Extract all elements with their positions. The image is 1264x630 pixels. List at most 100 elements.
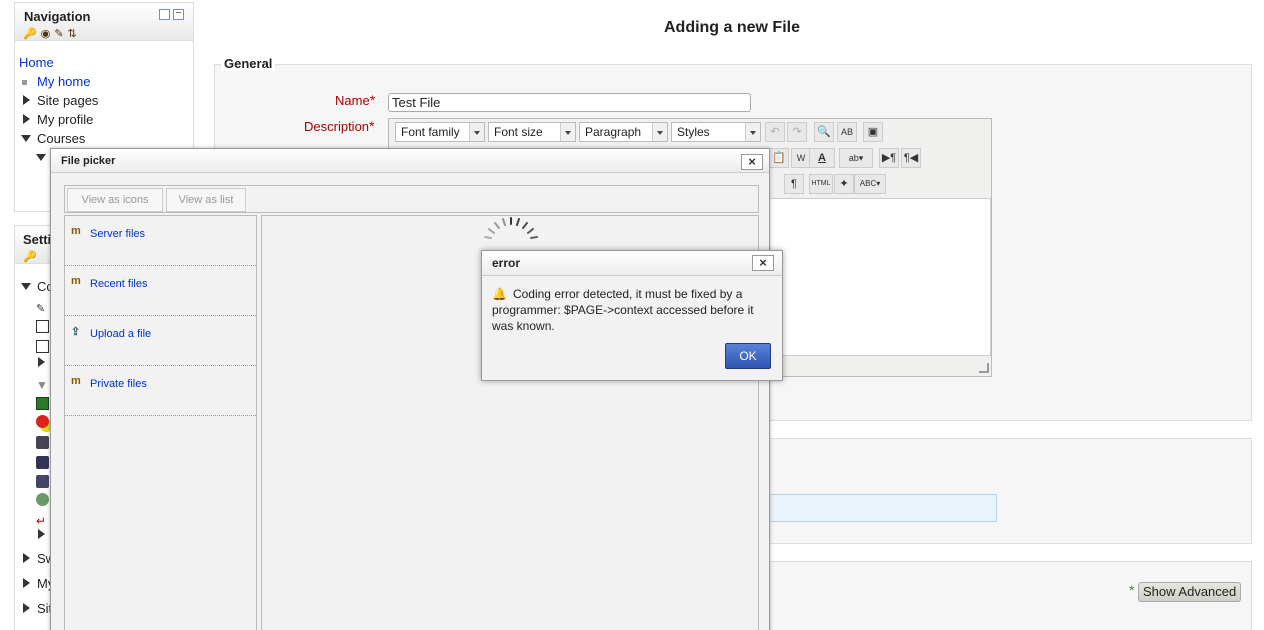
repo-label: Recent files <box>90 278 148 290</box>
expand-icon[interactable] <box>23 603 30 613</box>
expand-icon[interactable] <box>23 95 30 105</box>
repo-label: Server files <box>90 228 146 240</box>
ok-button[interactable]: OK <box>725 343 771 369</box>
filemanager-area <box>760 494 997 522</box>
collapse-arrow-icon[interactable] <box>21 135 31 142</box>
pilcrow-icon[interactable]: ¶ <box>784 174 804 194</box>
hide-icon[interactable]: ◉ <box>41 27 51 40</box>
nav-home[interactable]: Home <box>19 55 54 70</box>
collapse-arrow-icon[interactable] <box>36 154 46 161</box>
page-title: Adding a new File <box>663 19 800 36</box>
chevron-down-icon <box>565 131 571 135</box>
description-label-text: Description <box>304 119 370 134</box>
error-body: 🔔 Coding error detected, it must be fixed… <box>492 286 774 334</box>
reset-icon[interactable]: ↵ <box>36 514 49 528</box>
loading-spinner-icon <box>484 217 538 239</box>
expand-icon[interactable] <box>38 529 45 539</box>
close-icon[interactable]: × <box>741 154 763 170</box>
font-size-select[interactable]: Font size <box>488 122 576 142</box>
undo-icon[interactable]: ↶ <box>765 122 785 142</box>
chevron-down-icon <box>474 131 480 135</box>
nav-my-home[interactable]: My home <box>37 74 90 89</box>
name-label-text: Name <box>335 93 370 108</box>
resize-handle-icon[interactable] <box>979 363 989 373</box>
ltr-icon[interactable]: ▶¶ <box>879 148 899 168</box>
file-picker-title: File picker <box>61 155 116 167</box>
repo-server-files[interactable]: m Server files <box>65 216 256 266</box>
page-icon[interactable] <box>36 340 49 353</box>
edit-icon[interactable]: ✎ <box>36 302 49 315</box>
nav-site-pages[interactable]: Site pages <box>37 93 98 108</box>
advanced-star-icon: * <box>1129 582 1135 598</box>
view-as-list-button[interactable]: View as list <box>166 188 246 212</box>
block-actions: 🔑 <box>23 250 37 263</box>
view-as-icons-button[interactable]: View as icons <box>67 188 163 212</box>
name-input[interactable] <box>388 93 751 112</box>
find-icon[interactable]: 🔍 <box>814 122 834 142</box>
html-source-icon[interactable]: HTML <box>809 174 833 194</box>
file-picker-header: File picker × <box>51 149 769 173</box>
moodle-icon: m <box>71 225 81 237</box>
block-actions: 🔑 ◉ ✎ ⇅ <box>23 27 77 40</box>
error-dialog: error × 🔔 Coding error detected, it must … <box>481 250 783 381</box>
spellcheck-icon[interactable]: ABC▾ <box>854 174 886 194</box>
show-advanced-button[interactable]: Show Advanced <box>1138 582 1242 602</box>
styles-select[interactable]: Styles <box>671 122 761 142</box>
nav-courses[interactable]: Courses <box>37 131 85 146</box>
navigation-title: Navigation <box>24 9 91 24</box>
navigation-header: Navigation − 🔑 ◉ ✎ ⇅ <box>15 3 193 41</box>
page-icon[interactable] <box>36 320 49 333</box>
filter-icon[interactable]: ▼ <box>36 378 49 392</box>
nav-my-profile[interactable]: My profile <box>37 112 93 127</box>
moodle-icon: m <box>71 275 81 287</box>
collapse-arrow-icon[interactable] <box>21 283 31 290</box>
restore-icon[interactable] <box>36 456 49 469</box>
close-icon[interactable]: × <box>752 255 774 271</box>
text-color-icon[interactable]: A <box>809 148 835 168</box>
configure-icon[interactable]: ✎ <box>54 27 63 40</box>
expand-icon[interactable] <box>38 357 45 367</box>
paste-word-icon[interactable]: W <box>791 148 811 168</box>
rtl-icon[interactable]: ¶◀ <box>901 148 921 168</box>
backup-icon[interactable] <box>36 436 49 449</box>
font-size-label: Font size <box>494 125 543 139</box>
repo-upload-file[interactable]: ⇪ Upload a file <box>65 316 256 366</box>
replace-icon[interactable]: AB <box>837 122 857 142</box>
styles-label: Styles <box>677 125 710 139</box>
name-label: Name* <box>335 92 375 108</box>
paste-text-icon[interactable]: 📋 <box>769 148 789 168</box>
publish-icon[interactable] <box>36 493 49 506</box>
error-message: Coding error detected, it must be fixed … <box>492 287 754 333</box>
fullscreen-icon[interactable]: ▣ <box>863 122 883 142</box>
upload-icon: ⇪ <box>71 326 81 338</box>
required-icon: * <box>369 118 375 134</box>
font-family-label: Font family <box>401 125 460 139</box>
required-icon: * <box>369 92 376 108</box>
file-picker-toolbar: View as icons View as list <box>64 185 759 213</box>
dock-icon[interactable] <box>159 9 170 20</box>
warning-bell-icon: 🔔 <box>492 287 507 301</box>
move-icon[interactable]: ⇅ <box>68 27 77 40</box>
expand-icon[interactable] <box>23 114 30 124</box>
repo-recent-files[interactable]: m Recent files <box>65 266 256 316</box>
repo-private-files[interactable]: m Private files <box>65 366 256 416</box>
repository-list: m Server files m Recent files ⇪ Upload a… <box>64 215 257 630</box>
highlight-color-icon[interactable]: ab▾ <box>839 148 873 168</box>
file-picker-dialog: File picker × View as icons View as list… <box>50 148 770 630</box>
format-select[interactable]: Paragraph <box>579 122 668 142</box>
expand-icon[interactable] <box>23 578 30 588</box>
cleanup-icon[interactable]: ✦ <box>834 174 854 194</box>
repo-label: Private files <box>90 378 147 390</box>
import-icon[interactable] <box>36 475 49 488</box>
role-assign-icon[interactable]: 🔑 <box>23 250 37 263</box>
collapse-icon[interactable]: − <box>173 9 184 20</box>
font-family-select[interactable]: Font family <box>395 122 485 142</box>
chevron-down-icon <box>750 131 756 135</box>
redo-icon[interactable]: ↷ <box>787 122 807 142</box>
expand-icon[interactable] <box>23 553 30 563</box>
role-assign-icon[interactable]: 🔑 <box>23 27 37 40</box>
description-label: Description* <box>304 118 374 134</box>
outcomes-icon[interactable] <box>36 415 49 428</box>
grades-icon[interactable] <box>36 397 49 410</box>
repo-label: Upload a file <box>90 328 152 340</box>
